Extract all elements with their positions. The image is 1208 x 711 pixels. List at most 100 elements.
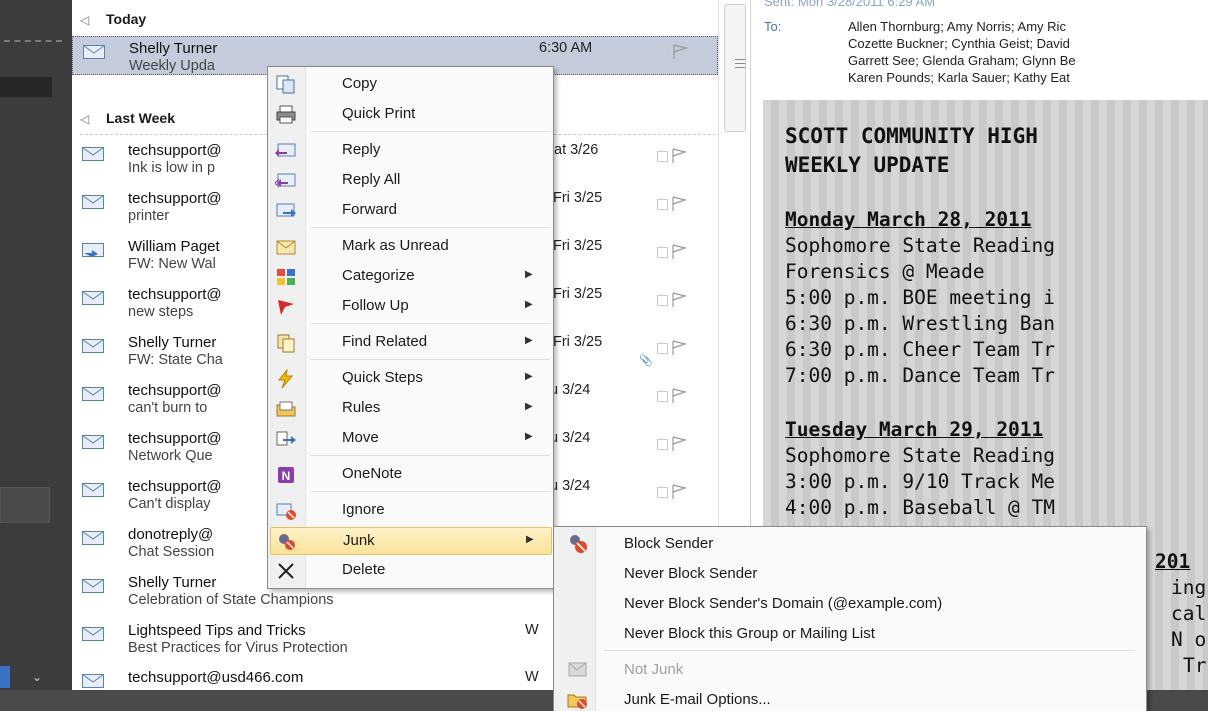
menu-item-follow-up[interactable]: Follow Up ▶: [270, 293, 552, 321]
menu-item-quick-print[interactable]: Quick Print: [270, 101, 552, 129]
submenu-arrow-icon: ▶: [525, 269, 533, 280]
mail-subject: FW: New Wal: [128, 256, 216, 272]
junk-icon: [279, 534, 295, 550]
mail-subject: Celebration of State Champions: [128, 592, 334, 608]
menu-item-label: Ignore: [342, 501, 385, 518]
menu-separator: [310, 227, 550, 228]
flag-icon[interactable]: [670, 291, 688, 309]
to-recipients-line[interactable]: Garrett See; Glenda Graham; Glynn Be: [848, 53, 1076, 68]
nav-pane-button[interactable]: [0, 487, 50, 523]
category-box[interactable]: [657, 295, 668, 306]
flag-icon[interactable]: [670, 147, 688, 165]
menu-item-label: OneNote: [342, 465, 403, 482]
nav-pane-item[interactable]: [0, 77, 52, 97]
menu-item-label: Delete: [342, 561, 386, 578]
body-line-partial: N o: [1171, 628, 1207, 651]
body-line: 4:00 p.m. Baseball @ TM: [785, 496, 1056, 519]
mail-subject: printer: [128, 208, 170, 224]
mail-subject: Weekly Upda: [129, 58, 215, 74]
mail-sender: William Paget: [128, 238, 220, 255]
message-header: Sent: Mon 3/28/2011 6:29 AM To: Allen Th…: [761, 0, 1208, 100]
menu-separator: [604, 650, 1134, 651]
submenu-item-block-sender[interactable]: Block Sender: [556, 530, 1144, 558]
flag-icon[interactable]: [671, 43, 689, 61]
flag-icon[interactable]: [670, 195, 688, 213]
category-box[interactable]: [657, 439, 668, 450]
menu-item-label: Follow Up: [342, 297, 409, 314]
menu-item-forward[interactable]: Forward: [270, 197, 552, 225]
collapse-triangle-icon[interactable]: ◁: [80, 13, 106, 27]
mail-sender: Shelly Turner: [129, 40, 218, 57]
follow-up-flag-icon: [278, 300, 294, 315]
menu-item-delete[interactable]: Delete: [270, 557, 552, 585]
body-line: 6:30 p.m. Cheer Team Tr: [785, 338, 1056, 361]
mail-subject: Chat Session: [128, 544, 215, 560]
submenu-item-junk-email-options[interactable]: Junk E-mail Options...: [556, 686, 1144, 711]
flag-icon[interactable]: [670, 339, 688, 357]
collapse-triangle-icon[interactable]: ◁: [80, 112, 106, 126]
rules-icon: [276, 401, 296, 417]
menu-item-mark-as-unread[interactable]: Mark as Unread: [270, 233, 552, 261]
flag-icon[interactable]: [670, 483, 688, 501]
mail-sender: techsupport@: [128, 286, 222, 303]
mark-unread-icon: [276, 240, 296, 255]
menu-item-label: Rules: [342, 399, 381, 416]
menu-item-rules[interactable]: Rules ▶: [270, 395, 552, 423]
menu-item-reply-all[interactable]: Reply All: [270, 167, 552, 195]
category-box[interactable]: [658, 47, 669, 58]
menu-item-move[interactable]: Move ▶: [270, 425, 552, 453]
body-title: SCOTT COMMUNITY HIGH: [785, 124, 1038, 148]
submenu-item-never-block-group[interactable]: Never Block this Group or Mailing List: [556, 620, 1144, 648]
menu-item-find-related[interactable]: Find Related ▶: [270, 329, 552, 357]
submenu-item-never-block-sender[interactable]: Never Block Sender: [556, 560, 1144, 588]
mail-date: W: [525, 669, 539, 685]
onenote-icon: N: [278, 467, 294, 483]
svg-text:N: N: [282, 469, 291, 483]
body-line: Sophomore State Reading: [785, 444, 1056, 467]
ignore-icon: [276, 503, 296, 520]
flag-icon[interactable]: [670, 387, 688, 405]
submenu-item-label: Never Block Sender's Domain (@example.co…: [624, 595, 943, 612]
to-recipients-line[interactable]: Cozette Buckner; Cynthia Geist; David: [848, 36, 1070, 51]
envelope-icon: [82, 339, 104, 353]
submenu-arrow-icon: ▶: [525, 431, 533, 442]
menu-item-label: Find Related: [342, 333, 428, 350]
category-box[interactable]: [657, 343, 668, 354]
category-box[interactable]: [657, 247, 668, 258]
to-recipients-line[interactable]: Karen Pounds; Karla Sauer; Kathy Eat: [848, 70, 1070, 85]
category-box[interactable]: [657, 151, 668, 162]
group-header-last-week[interactable]: ◁ Last Week: [80, 110, 175, 130]
mail-subject: new steps: [128, 304, 194, 320]
category-box[interactable]: [657, 199, 668, 210]
flag-icon[interactable]: [670, 435, 688, 453]
menu-item-onenote[interactable]: N OneNote: [270, 461, 552, 489]
menu-item-ignore[interactable]: Ignore: [270, 497, 552, 525]
categorize-icon: [277, 269, 295, 285]
submenu-item-never-block-domain[interactable]: Never Block Sender's Domain (@example.co…: [556, 590, 1144, 618]
menu-item-copy[interactable]: Copy: [270, 71, 552, 99]
print-icon: [276, 105, 296, 124]
menu-item-label: Junk: [343, 532, 375, 549]
submenu-item-not-junk[interactable]: Not Junk: [556, 656, 1144, 684]
submenu-arrow-icon: ▶: [525, 401, 533, 412]
group-header-today[interactable]: ◁ Today: [80, 11, 146, 31]
forward-icon: [276, 203, 296, 217]
menu-item-junk[interactable]: Junk ▶: [270, 527, 552, 555]
day-heading: Monday March 28, 2011: [785, 208, 1032, 231]
category-box[interactable]: [657, 487, 668, 498]
group-label: Last Week: [106, 110, 175, 126]
mail-subject: FW: State Cha: [128, 352, 223, 368]
scrollbar-thumb[interactable]: [724, 4, 746, 132]
move-icon: [276, 431, 296, 446]
to-recipients-line[interactable]: Allen Thornburg; Amy Norris; Amy Ric: [848, 19, 1066, 34]
menu-item-quick-steps[interactable]: Quick Steps ▶: [270, 365, 552, 393]
body-line: 6:30 p.m. Wrestling Ban: [785, 312, 1056, 335]
menu-item-reply[interactable]: Reply: [270, 137, 552, 165]
reply-all-icon: [275, 173, 296, 188]
envelope-icon: [82, 387, 104, 401]
chevron-down-icon[interactable]: ⌄: [32, 670, 42, 684]
category-box[interactable]: [657, 391, 668, 402]
menu-item-categorize[interactable]: Categorize ▶: [270, 263, 552, 291]
grip-icon: [735, 59, 745, 71]
flag-icon[interactable]: [670, 243, 688, 261]
